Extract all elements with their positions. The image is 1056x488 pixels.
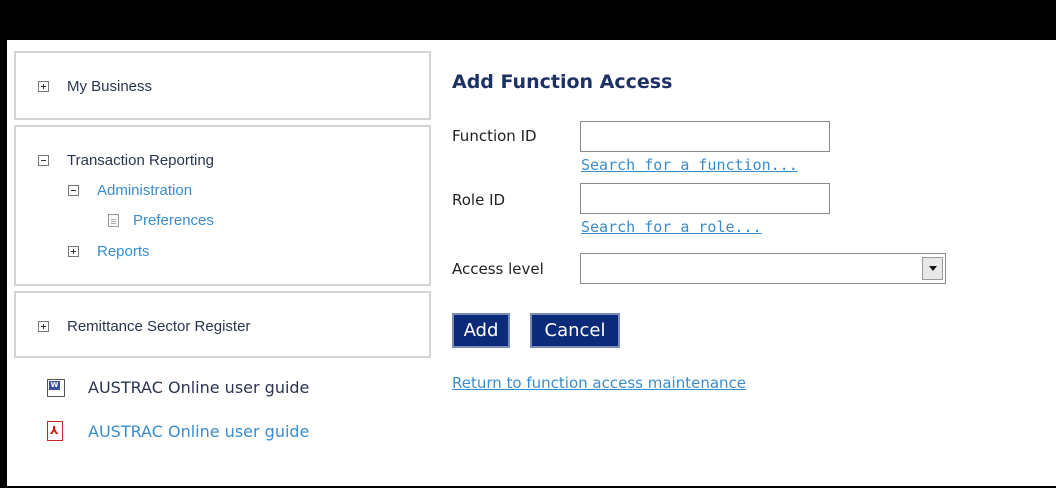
nav-panel-transaction-reporting bbox=[14, 125, 431, 286]
nav-item-my-business[interactable]: My Business bbox=[38, 78, 152, 95]
nav-item-remittance-sector-register[interactable]: Remittance Sector Register bbox=[38, 318, 250, 335]
guide-label: AUSTRAC Online user guide bbox=[88, 378, 310, 397]
nav-item-transaction-reporting[interactable]: Transaction Reporting bbox=[38, 152, 214, 169]
document-icon bbox=[108, 214, 119, 227]
nav-item-reports[interactable]: Reports bbox=[68, 243, 150, 260]
nav-item-label: Reports bbox=[97, 243, 150, 260]
guide-label: AUSTRAC Online user guide bbox=[88, 421, 310, 441]
page-title: Add Function Access bbox=[452, 71, 673, 93]
nav-item-label: Transaction Reporting bbox=[67, 152, 215, 169]
access-level-label: Access level bbox=[452, 260, 544, 278]
collapse-icon[interactable] bbox=[38, 155, 49, 166]
return-link[interactable]: Return to function access maintenance bbox=[452, 374, 746, 392]
pdf-icon: ⅄ bbox=[47, 421, 63, 441]
collapse-icon[interactable] bbox=[68, 185, 79, 196]
nav-item-label: Preferences bbox=[133, 212, 214, 229]
nav-item-preferences[interactable]: Preferences bbox=[108, 212, 214, 229]
expand-icon[interactable] bbox=[68, 246, 79, 257]
add-button[interactable]: Add bbox=[452, 313, 510, 348]
top-bar bbox=[0, 0, 1056, 40]
role-id-input[interactable] bbox=[580, 183, 830, 214]
dropdown-arrow-icon[interactable] bbox=[922, 257, 943, 280]
search-function-link[interactable]: Search for a function... bbox=[581, 156, 798, 174]
nav-item-label: Administration bbox=[97, 182, 193, 199]
function-id-label: Function ID bbox=[452, 127, 537, 145]
nav-item-label: My Business bbox=[67, 78, 153, 95]
function-id-input[interactable] bbox=[580, 121, 830, 152]
guide-link-pdf[interactable]: ⅄ AUSTRAC Online user guide bbox=[47, 421, 309, 441]
nav-item-administration[interactable]: Administration bbox=[68, 182, 192, 199]
word-doc-icon: W bbox=[47, 378, 65, 397]
expand-icon[interactable] bbox=[38, 321, 49, 332]
cancel-button[interactable]: Cancel bbox=[530, 313, 620, 348]
nav-item-label: Remittance Sector Register bbox=[67, 318, 251, 335]
expand-icon[interactable] bbox=[38, 81, 49, 92]
role-id-label: Role ID bbox=[452, 191, 506, 209]
guide-link-word[interactable]: W AUSTRAC Online user guide bbox=[47, 378, 309, 397]
access-level-select[interactable] bbox=[580, 253, 946, 284]
search-role-link[interactable]: Search for a role... bbox=[581, 218, 762, 236]
